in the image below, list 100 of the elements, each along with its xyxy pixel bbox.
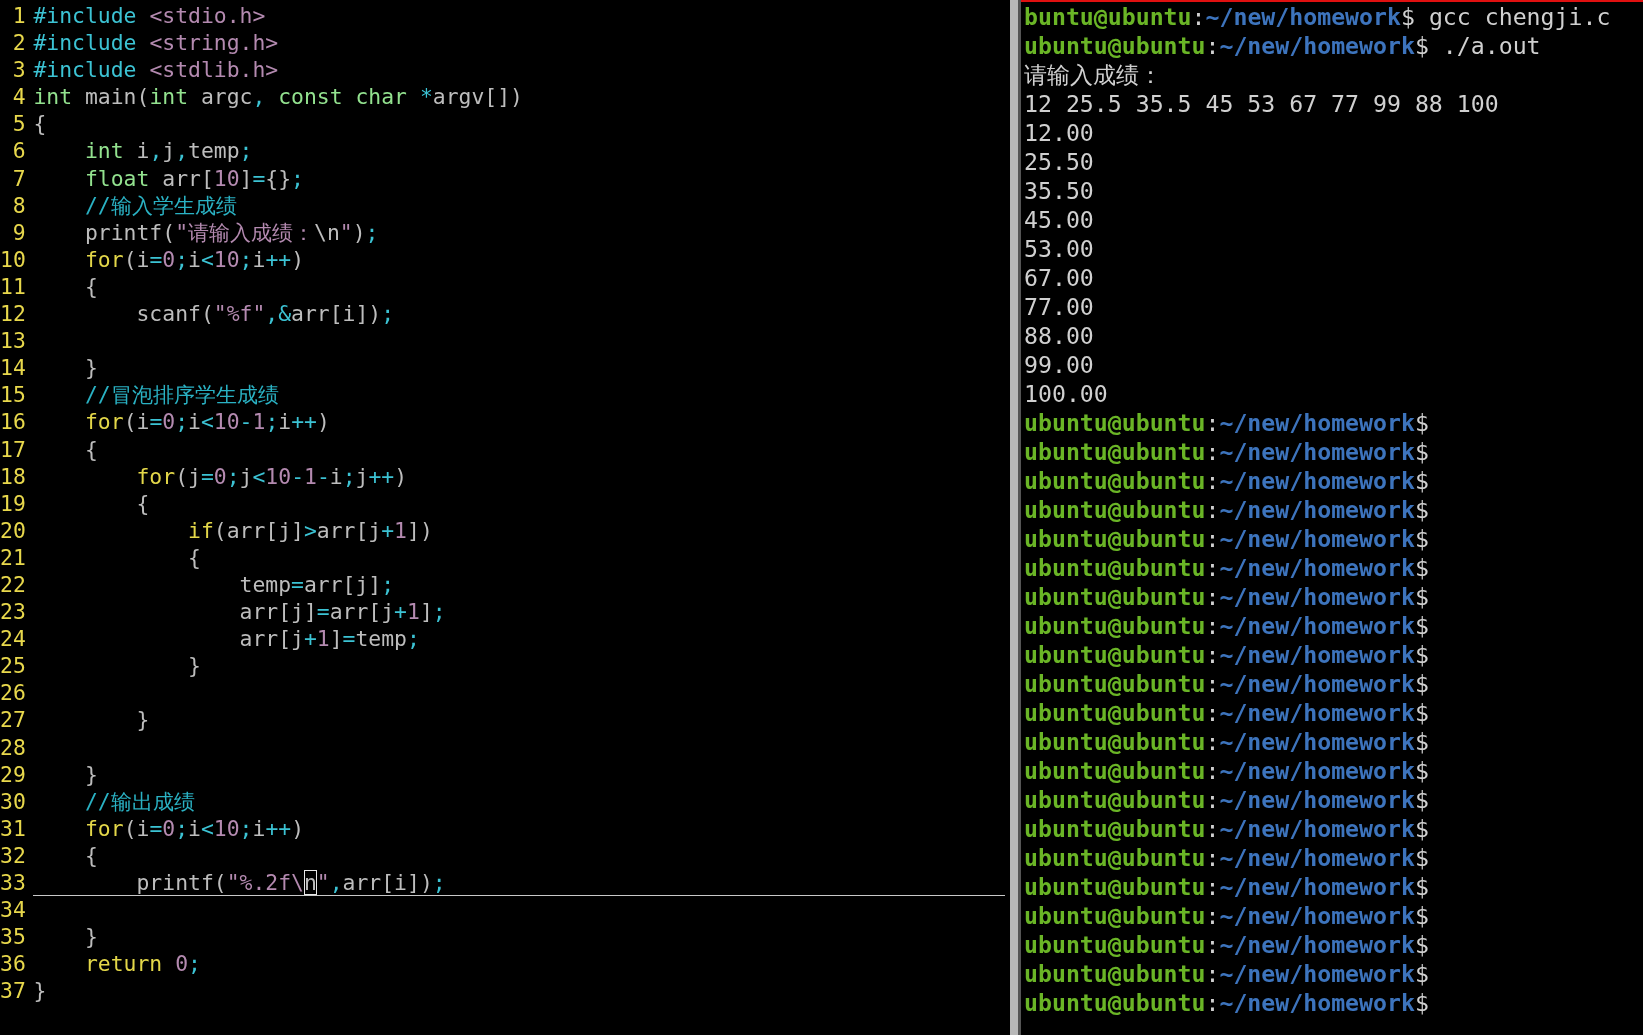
terminal-line: ubuntu@ubuntu:~/new/homework$ (1024, 843, 1429, 872)
line-number: 10 (0, 245, 26, 273)
code-line: printf("%.2f\n",arr[i]); (33, 869, 1005, 896)
line-number: 24 (0, 625, 26, 653)
line-number: 34 (0, 896, 26, 924)
terminal-line: ubuntu@ubuntu:~/new/homework$ (1024, 582, 1429, 611)
terminal-line: ubuntu@ubuntu:~/new/homework$ (1024, 437, 1429, 466)
line-number: 35 (0, 923, 26, 951)
code-line: } (83, 354, 99, 382)
code-line: arr[j+1]=temp; (238, 625, 421, 653)
line-number: 23 (0, 598, 26, 626)
code-line: { (83, 841, 99, 869)
terminal-line: 53.00 (1024, 234, 1094, 263)
line-number: 17 (0, 435, 26, 463)
terminal-line: ubuntu@ubuntu:~/new/homework$ (1024, 611, 1429, 640)
line-number: 7 (11, 164, 26, 192)
terminal-line: 67.00 (1024, 263, 1094, 292)
line-number: 29 (0, 760, 26, 788)
terminal-line: 88.00 (1024, 321, 1094, 350)
code-line: #include <string.h> (33, 29, 280, 57)
line-number: 18 (0, 462, 26, 490)
line-number: 6 (11, 137, 26, 165)
code-line: } (187, 652, 202, 680)
terminal-line: ubuntu@ubuntu:~/new/homework$ (1024, 930, 1429, 959)
terminal-line: ubuntu@ubuntu:~/new/homework$ (1024, 640, 1429, 669)
code-line: if(arr[j]>arr[j+1]) (187, 516, 434, 544)
code-line: scanf("%f",&arr[i]); (135, 300, 396, 328)
terminal-line: ubuntu@ubuntu:~/new/homework$ (1024, 959, 1429, 988)
terminal-line: buntu@ubuntu:~/new/homework$ gcc chengji.c (1024, 2, 1611, 31)
code-line: { (187, 543, 202, 571)
line-number: 1 (11, 2, 26, 30)
terminal-line: 25.50 (1024, 147, 1094, 176)
terminal-line: 35.50 (1024, 176, 1094, 205)
code-line: printf("请输入成绩：\n"); (83, 218, 380, 246)
terminal-line: ubuntu@ubuntu:~/new/homework$ (1024, 814, 1429, 843)
line-number: 37 (0, 977, 26, 1005)
line-number: 9 (11, 218, 26, 246)
terminal-line: ubuntu@ubuntu:~/new/homework$ (1024, 408, 1429, 437)
line-number: 26 (0, 679, 26, 707)
terminal-line: 45.00 (1024, 205, 1094, 234)
code-line: return 0; (83, 950, 202, 978)
line-number: 33 (0, 869, 26, 897)
terminal-line: ubuntu@ubuntu:~/new/homework$ (1024, 495, 1429, 524)
terminal-line: 99.00 (1024, 350, 1094, 379)
line-number: 3 (11, 56, 26, 84)
terminal-line: ubuntu@ubuntu:~/new/homework$ (1024, 466, 1429, 495)
terminal-line: ubuntu@ubuntu:~/new/homework$ (1024, 669, 1429, 698)
terminal-line: ubuntu@ubuntu:~/new/homework$ ./a.out (1024, 31, 1541, 60)
code-line: #include <stdlib.h> (33, 56, 280, 84)
code-line: { (83, 435, 99, 463)
terminal-line: ubuntu@ubuntu:~/new/homework$ (1024, 553, 1429, 582)
code-line: { (135, 489, 151, 517)
terminal-line: 100.00 (1024, 379, 1108, 408)
code-line: arr[j]=arr[j+1]; (238, 598, 447, 626)
code-line: #include <stdio.h> (33, 2, 267, 30)
code-line: { (33, 110, 48, 138)
line-number: 31 (0, 814, 26, 842)
line-number: 4 (11, 83, 26, 111)
terminal-line: 12.00 (1024, 118, 1094, 147)
code-line: for(j=0;j<10-1-i;j++) (135, 462, 409, 490)
line-number: 14 (0, 354, 26, 382)
line-number: 2 (11, 29, 26, 57)
code-line: //输出成绩 (83, 787, 196, 815)
code-line: { (83, 272, 99, 301)
line-number: 25 (0, 652, 26, 680)
code-line: } (33, 977, 48, 1005)
terminal-line: ubuntu@ubuntu:~/new/homework$ (1024, 756, 1429, 785)
line-number: 8 (11, 191, 26, 219)
line-number: 15 (0, 381, 26, 409)
line-number: 13 (0, 327, 26, 355)
code-line: } (135, 706, 151, 734)
line-number: 19 (0, 489, 26, 517)
code-line: for(i=0;i<10;i++) (83, 245, 306, 273)
line-number: 12 (0, 300, 26, 328)
line-number: 16 (0, 408, 26, 436)
code-line: temp=arr[j]; (238, 570, 396, 599)
code-line: } (83, 923, 99, 951)
line-number: 22 (0, 570, 26, 599)
line-number: 30 (0, 787, 26, 815)
code-line: int i,j,temp; (83, 137, 254, 165)
terminal-line: ubuntu@ubuntu:~/new/homework$ (1024, 727, 1429, 756)
line-number: 5 (11, 110, 26, 138)
terminal-line: ubuntu@ubuntu:~/new/homework$ (1024, 901, 1429, 930)
terminal-line: ubuntu@ubuntu:~/new/homework$ (1024, 698, 1429, 727)
terminal-line: ubuntu@ubuntu:~/new/homework$ (1024, 988, 1429, 1017)
code-line: float arr[10]={}; (83, 164, 305, 192)
line-number: 20 (0, 516, 26, 544)
terminal-line: ubuntu@ubuntu:~/new/homework$ (1024, 872, 1429, 901)
code-line: int main(int argc, const char *argv[]) (33, 83, 524, 111)
code-line: for(i=0;i<10-1;i++) (83, 408, 331, 436)
line-number: 28 (0, 733, 26, 761)
line-number: 11 (0, 272, 26, 301)
terminal-line: ubuntu@ubuntu:~/new/homework$ (1024, 785, 1429, 814)
terminal-line: 77.00 (1024, 292, 1094, 321)
terminal-line: ubuntu@ubuntu:~/new/homework$ (1024, 524, 1429, 553)
code-line: //冒泡排序学生成绩 (83, 381, 280, 409)
line-number: 32 (0, 841, 26, 869)
code-line: for(i=0;i<10;i++) (83, 814, 306, 842)
terminal-line: 12 25.5 35.5 45 53 67 77 99 88 100 (1024, 89, 1499, 118)
line-number: 27 (0, 706, 26, 734)
